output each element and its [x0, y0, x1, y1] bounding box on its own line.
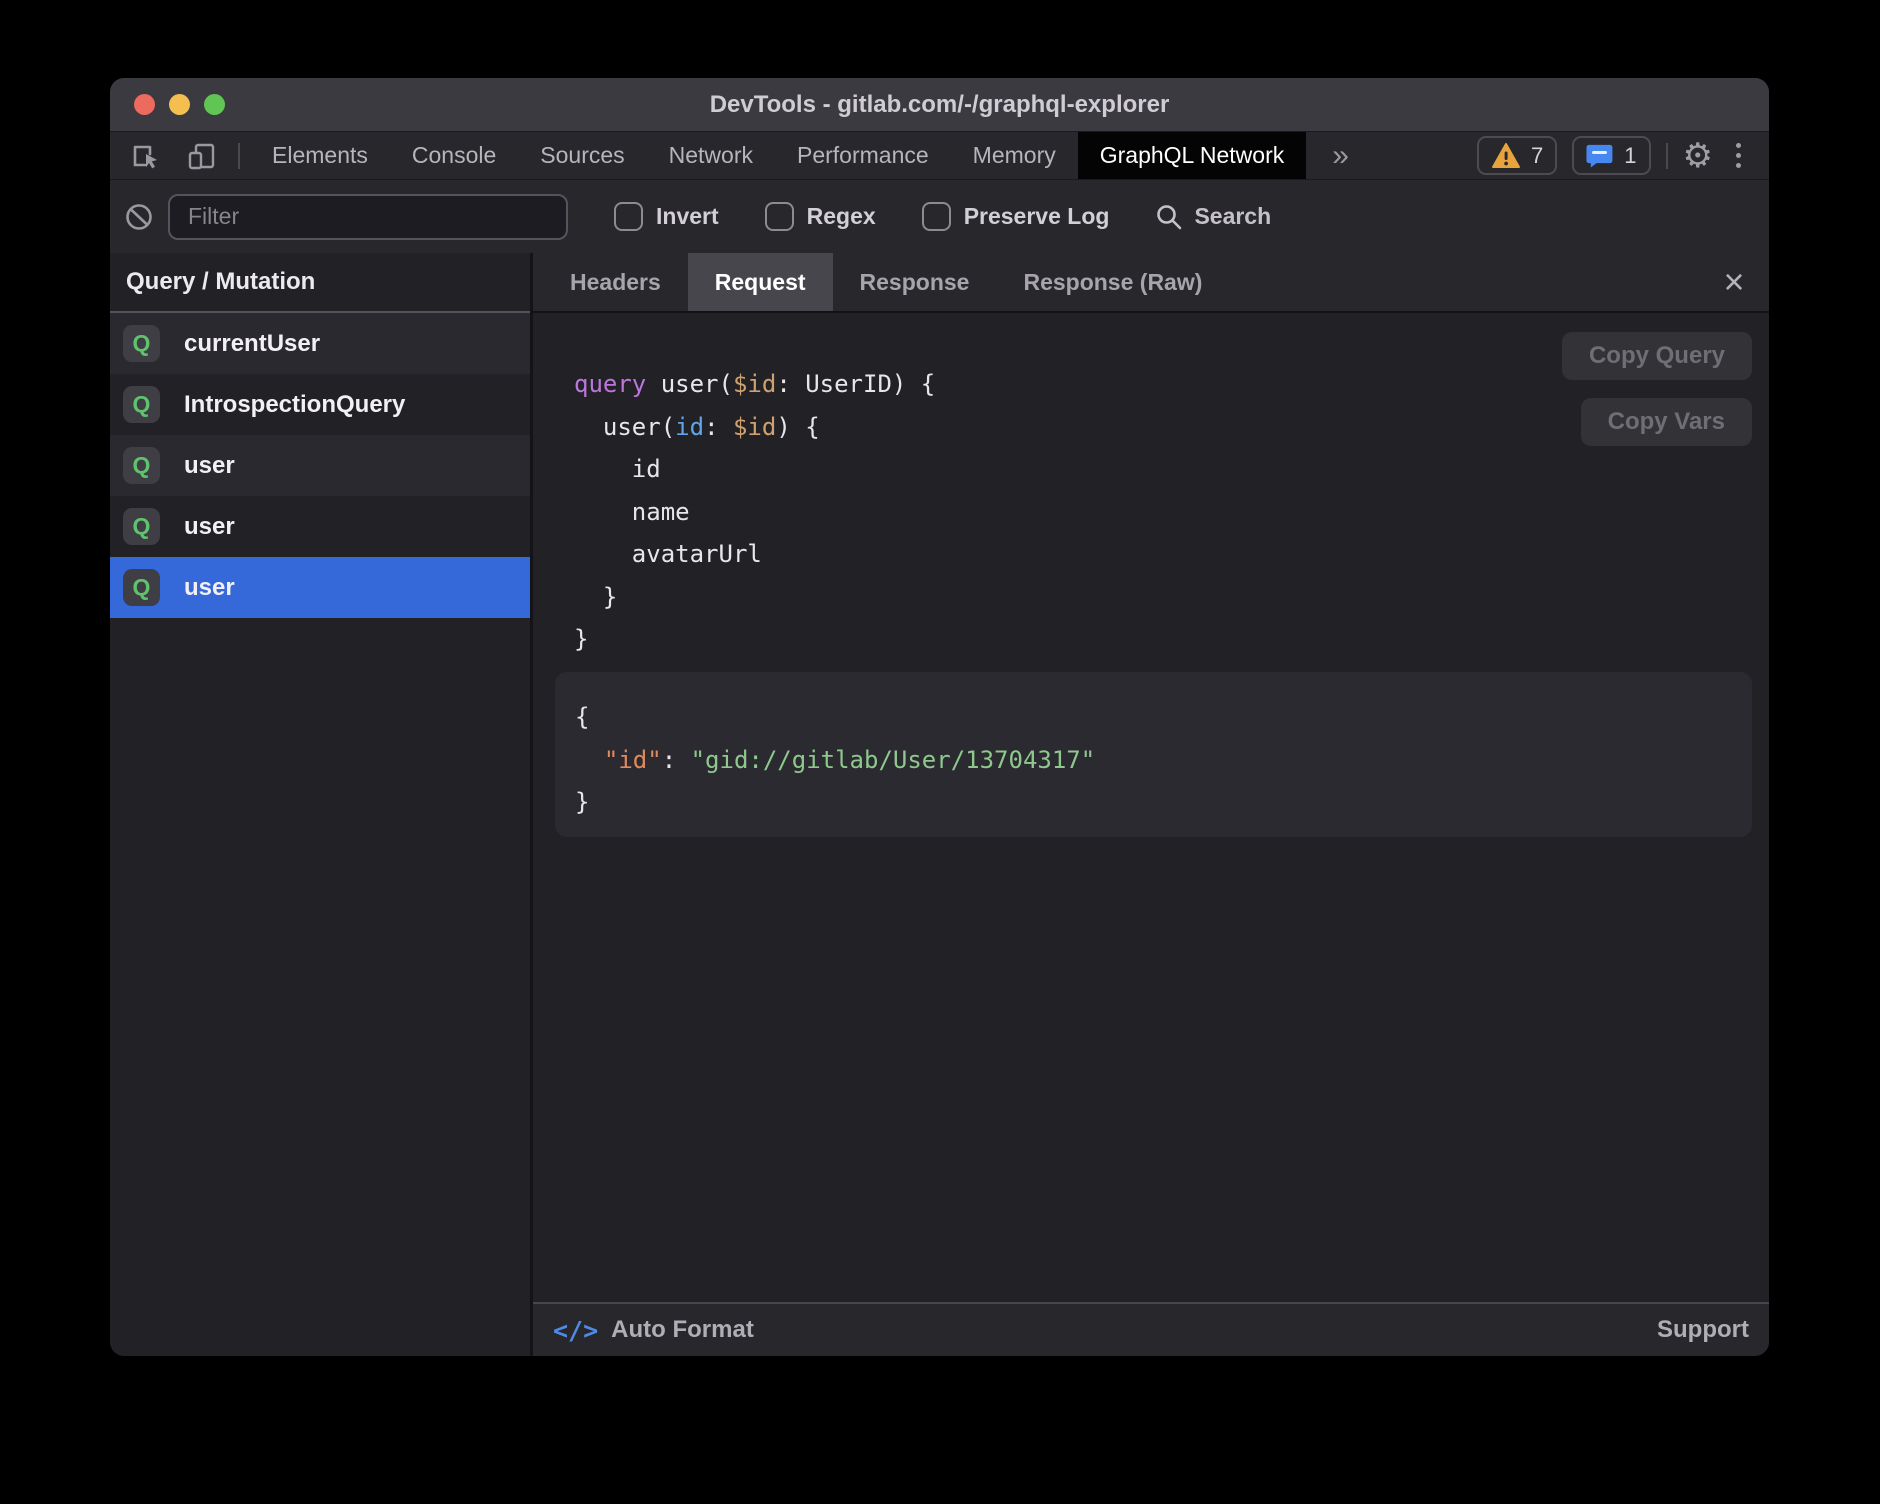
list-item[interactable]: Quser	[110, 557, 530, 618]
search-label: Search	[1194, 203, 1271, 230]
checkbox-preserve-log[interactable]: Preserve Log	[922, 202, 1110, 231]
code-line: {	[575, 696, 1095, 739]
checkbox-label: Invert	[656, 203, 719, 230]
code-line: id	[574, 448, 935, 491]
code-tag-icon: </>	[553, 1316, 598, 1345]
query-list: QcurrentUserQIntrospectionQueryQuserQuse…	[110, 313, 530, 1356]
auto-format-button[interactable]: </> Auto Format	[553, 1316, 754, 1345]
checkbox-label: Preserve Log	[964, 203, 1110, 230]
list-item-label: IntrospectionQuery	[184, 391, 405, 419]
code-line: name	[574, 491, 935, 534]
copy-vars-button[interactable]: Copy Vars	[1581, 398, 1752, 446]
tab-elements[interactable]: Elements	[250, 132, 390, 179]
list-item-label: user	[184, 513, 235, 541]
query-type-badge: Q	[123, 386, 160, 423]
tab-response[interactable]: Response	[833, 253, 997, 311]
query-type-badge: Q	[123, 508, 160, 545]
list-item-label: currentUser	[184, 330, 320, 358]
query-code: query user($id: UserID) { user(id: $id) …	[574, 363, 935, 661]
issues-badge[interactable]: 1	[1572, 136, 1650, 175]
query-type-badge: Q	[123, 325, 160, 362]
devtools-window: DevTools - gitlab.com/-/graphql-explorer	[110, 78, 1769, 1356]
tab-performance[interactable]: Performance	[775, 132, 951, 179]
devtools-body: Query / Mutation QcurrentUserQIntrospect…	[110, 253, 1769, 1356]
title-bar[interactable]: DevTools - gitlab.com/-/graphql-explorer	[110, 78, 1769, 131]
more-options-kebab-icon[interactable]	[1728, 143, 1749, 168]
request-content: query user($id: UserID) { user(id: $id) …	[533, 313, 1769, 1302]
toolbar-divider	[1666, 143, 1668, 169]
list-item[interactable]: QcurrentUser	[110, 313, 530, 374]
filter-bar: Invert Regex Preserve Log Search	[110, 179, 1769, 253]
tab-graphql-network[interactable]: GraphQL Network	[1078, 132, 1307, 179]
tab-headers[interactable]: Headers	[543, 253, 688, 311]
device-toolbar-icon[interactable]	[186, 140, 218, 172]
code-line: query user($id: UserID) {	[574, 363, 935, 406]
tab-request[interactable]: Request	[688, 253, 833, 311]
variables-code: { "id": "gid://gitlab/User/13704317"}	[575, 696, 1095, 824]
query-sidebar: Query / Mutation QcurrentUserQIntrospect…	[110, 253, 533, 1356]
code-line: }	[574, 618, 935, 661]
issue-count: 1	[1624, 143, 1636, 169]
query-type-badge: Q	[123, 569, 160, 606]
more-tabs-button[interactable]: »	[1306, 132, 1375, 179]
checkbox-box[interactable]	[614, 202, 643, 231]
devtools-toolbar: ElementsConsoleSourcesNetworkPerformance…	[110, 131, 1769, 179]
checkbox-box[interactable]	[765, 202, 794, 231]
screen: DevTools - gitlab.com/-/graphql-explorer	[0, 0, 1880, 1504]
window-title: DevTools - gitlab.com/-/graphql-explorer	[110, 91, 1769, 119]
toolbar-left-icons	[110, 132, 238, 179]
clear-block-icon[interactable]	[124, 202, 154, 232]
checkbox-invert[interactable]: Invert	[614, 202, 719, 231]
checkbox-box[interactable]	[922, 202, 951, 231]
inspect-element-icon[interactable]	[130, 140, 162, 172]
list-item-label: user	[184, 574, 235, 602]
settings-gear-icon[interactable]: ⚙	[1683, 139, 1713, 173]
query-mutation-header: Query / Mutation	[110, 253, 530, 313]
tab-memory[interactable]: Memory	[951, 132, 1078, 179]
warning-icon	[1491, 142, 1521, 170]
tab-response-raw[interactable]: Response (Raw)	[996, 253, 1229, 311]
panel-tab-strip: HeadersRequestResponseResponse (Raw)	[543, 253, 1229, 311]
request-pane: HeadersRequestResponseResponse (Raw) × q…	[533, 253, 1769, 1356]
query-type-badge: Q	[123, 447, 160, 484]
auto-format-label: Auto Format	[611, 1316, 754, 1344]
warning-count: 7	[1531, 143, 1543, 169]
code-line: avatarUrl	[574, 533, 935, 576]
variables-box: { "id": "gid://gitlab/User/13704317"}	[555, 672, 1752, 837]
devtools-tab-strip: ElementsConsoleSourcesNetworkPerformance…	[250, 132, 1306, 179]
filter-checkboxes: Invert Regex Preserve Log	[614, 202, 1109, 231]
support-link[interactable]: Support	[1657, 1316, 1749, 1344]
toolbar-divider	[238, 143, 240, 169]
list-item[interactable]: Quser	[110, 496, 530, 557]
toolbar-right: 7 1 ⚙	[1477, 132, 1769, 179]
warnings-badge[interactable]: 7	[1477, 136, 1557, 175]
code-line: }	[574, 576, 935, 619]
list-item[interactable]: Quser	[110, 435, 530, 496]
code-line: }	[575, 781, 1095, 824]
tab-console[interactable]: Console	[390, 132, 518, 179]
checkbox-regex[interactable]: Regex	[765, 202, 876, 231]
list-item[interactable]: Q IntrospectionQuery	[110, 374, 530, 435]
tab-network[interactable]: Network	[647, 132, 775, 179]
copy-query-button[interactable]: Copy Query	[1562, 332, 1752, 380]
copy-buttons: Copy Query Copy Vars	[1562, 332, 1752, 446]
search-control[interactable]: Search	[1155, 203, 1271, 231]
panel-tab-row: HeadersRequestResponseResponse (Raw) ×	[533, 253, 1769, 313]
code-line: "id": "gid://gitlab/User/13704317"	[575, 739, 1095, 782]
tab-sources[interactable]: Sources	[518, 132, 646, 179]
code-line: user(id: $id) {	[574, 406, 935, 449]
search-icon	[1155, 203, 1183, 231]
filter-input[interactable]	[168, 194, 568, 240]
list-item-label: user	[184, 452, 235, 480]
checkbox-label: Regex	[807, 203, 876, 230]
close-panel-icon[interactable]: ×	[1711, 253, 1757, 311]
issue-message-icon	[1586, 143, 1614, 169]
pane-footer: </> Auto Format Support	[533, 1302, 1769, 1356]
